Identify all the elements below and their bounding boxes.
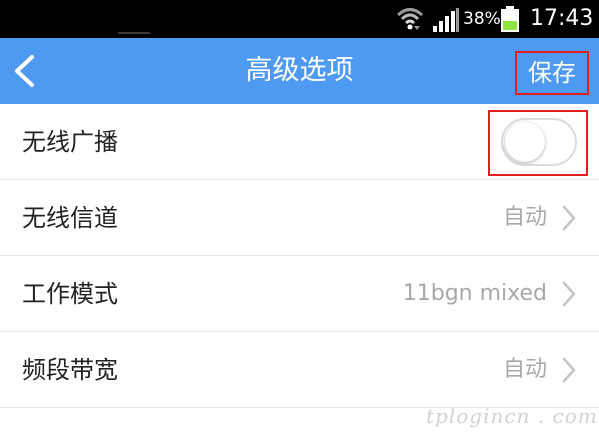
status-bar-notch xyxy=(118,32,150,34)
wifi-icon xyxy=(396,8,424,30)
app-bar: 高级选项 保存 xyxy=(0,38,599,104)
status-bar: 38% 17:43 xyxy=(0,0,599,38)
setting-row-wireless-channel[interactable]: 无线信道 自动 xyxy=(0,180,599,256)
wireless-broadcast-toggle[interactable] xyxy=(501,118,577,166)
page-title: 高级选项 xyxy=(245,55,354,86)
setting-row-work-mode[interactable]: 工作模式 11bgn mixed xyxy=(0,256,599,332)
setting-value: 11bgn mixed xyxy=(402,281,547,306)
setting-label: 频段带宽 xyxy=(22,356,118,384)
battery-percentage: 38% xyxy=(463,9,501,29)
battery-icon xyxy=(501,6,519,32)
chevron-right-icon xyxy=(562,205,576,231)
setting-label: 工作模式 xyxy=(22,280,118,308)
signal-icon xyxy=(433,8,459,32)
status-time: 17:43 xyxy=(530,6,594,31)
setting-value: 自动 xyxy=(502,205,547,230)
setting-row-bandwidth[interactable]: 频段带宽 自动 xyxy=(0,332,599,408)
back-arrow-icon[interactable] xyxy=(10,54,38,88)
watermark-text: tplogincn . com xyxy=(426,404,598,428)
setting-label: 无线信道 xyxy=(22,204,118,232)
save-button[interactable]: 保存 xyxy=(515,51,589,95)
chevron-right-icon xyxy=(562,281,576,307)
setting-label: 无线广播 xyxy=(22,128,118,156)
chevron-right-icon xyxy=(562,357,576,383)
setting-value: 自动 xyxy=(502,357,547,382)
toggle-knob xyxy=(505,122,545,162)
